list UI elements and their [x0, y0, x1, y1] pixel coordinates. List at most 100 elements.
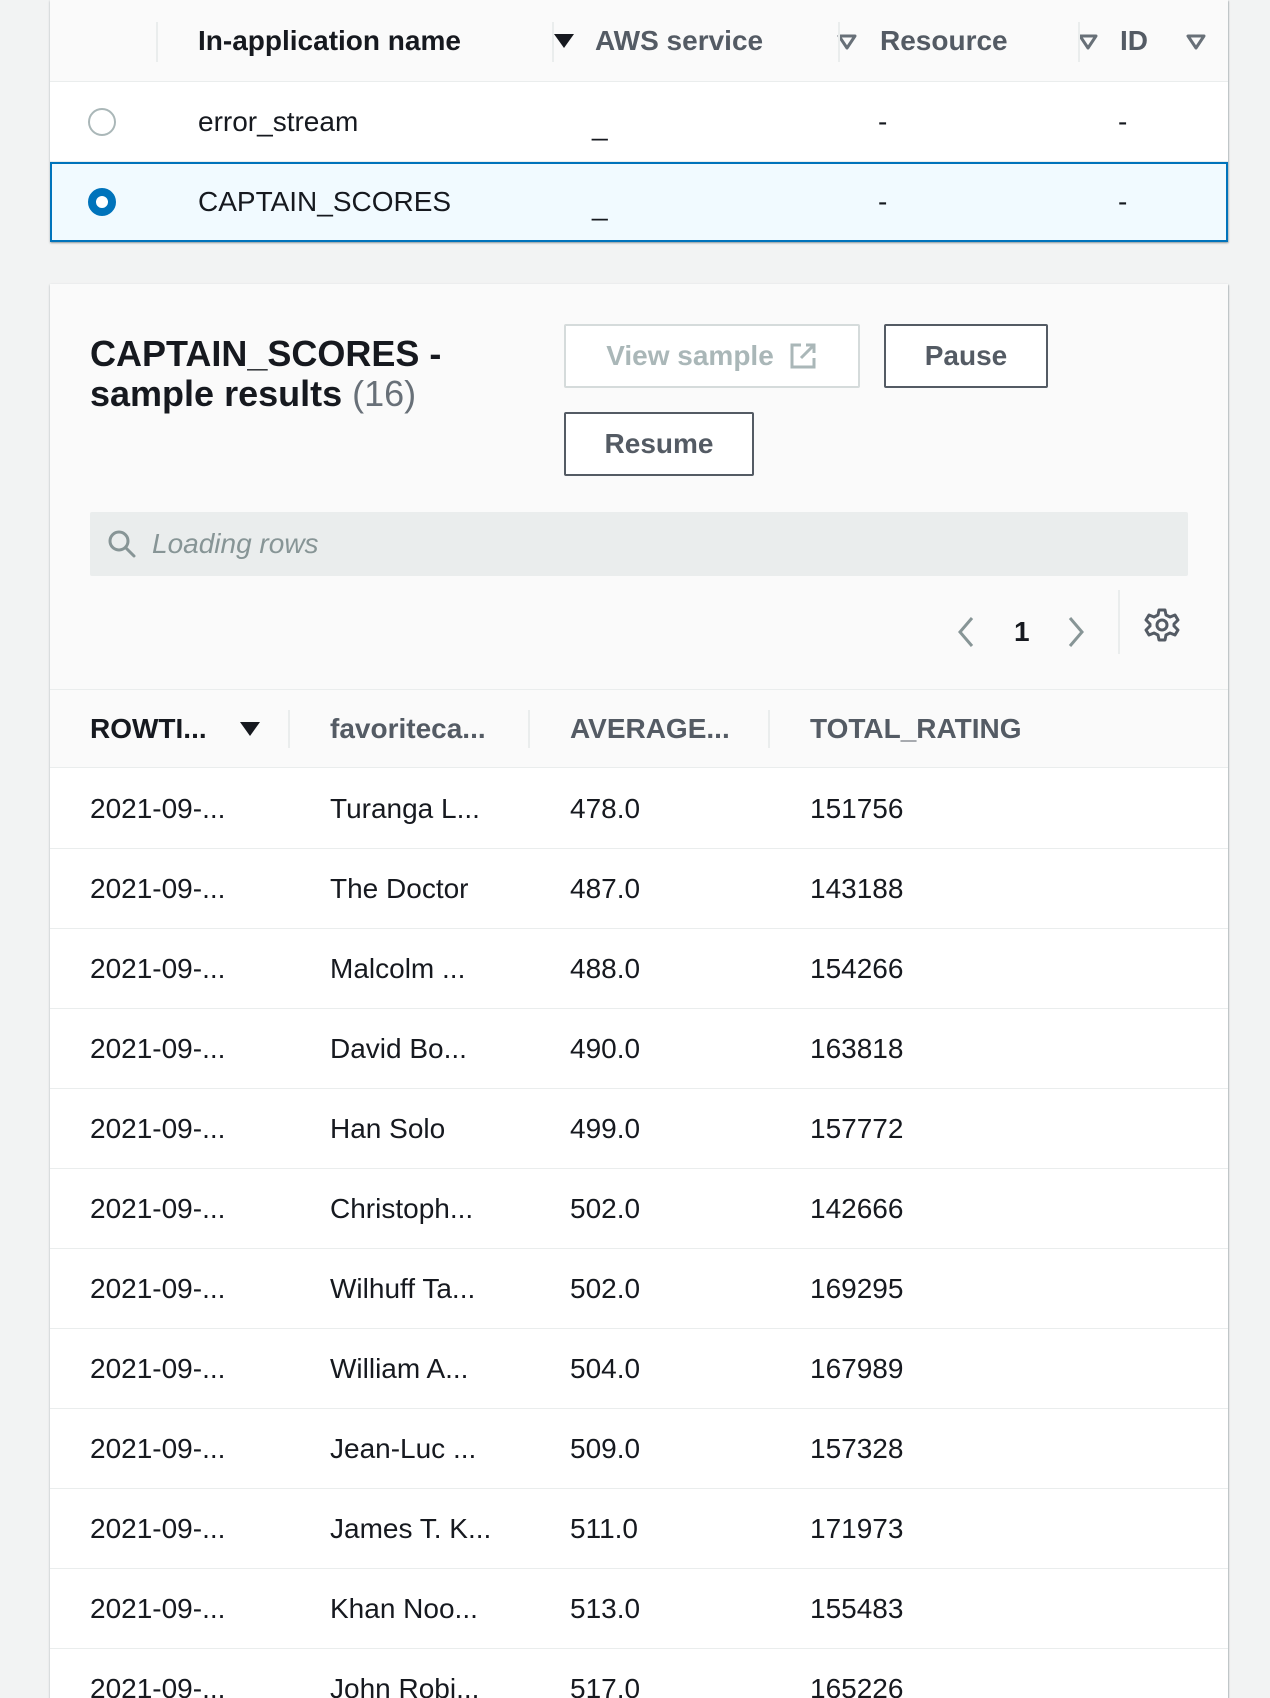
- sort-descending-icon: [240, 722, 260, 736]
- cell-favorite-captain: Wilhuff Ta...: [330, 1273, 476, 1304]
- cell-favorite-captain: Malcolm ...: [330, 953, 466, 984]
- stream-name: error_stream: [198, 106, 359, 137]
- cell-favorite-captain: Jean-Luc ...: [330, 1433, 477, 1464]
- table-row: 2021-09-... Malcolm ... 488.0 154266: [50, 929, 1228, 1009]
- column-header-label: AVERAGE...: [570, 713, 730, 744]
- cell-favorite-captain: Han Solo: [330, 1113, 446, 1144]
- cell-average: 488.0: [570, 953, 641, 984]
- view-sample-label: View sample: [606, 340, 774, 371]
- cell-average: 511.0: [570, 1513, 638, 1544]
- resume-label: Resume: [604, 428, 714, 459]
- cell-rowtime: 2021-09-...: [90, 1033, 226, 1064]
- sort-icon: [1078, 34, 1098, 50]
- cell-average: 478.0: [570, 793, 641, 824]
- stream-id: -: [1118, 186, 1128, 217]
- external-link-icon: [790, 343, 816, 369]
- sample-results-panel: CAPTAIN_SCORES - sample results (16) Vie…: [50, 284, 1228, 1698]
- column-header-label: AWS service: [595, 25, 764, 56]
- cell-rowtime: 2021-09-...: [90, 1433, 226, 1464]
- cell-total-rating: 157328: [810, 1433, 904, 1464]
- cell-average: 502.0: [570, 1193, 641, 1224]
- current-page-number[interactable]: 1: [1014, 616, 1030, 648]
- stream-resource: -: [878, 106, 888, 137]
- sort-icon: [1186, 34, 1206, 50]
- column-divider: [528, 710, 530, 748]
- column-header-in-application-name[interactable]: In-application name: [198, 0, 600, 82]
- stream-aws-service: _: [592, 190, 608, 221]
- table-row: 2021-09-... Turanga L... 478.0 151756: [50, 769, 1228, 849]
- pagination: 1: [954, 604, 1088, 660]
- cell-average: 517.0: [570, 1673, 641, 1698]
- table-row: 2021-09-... The Doctor 487.0 143188: [50, 849, 1228, 929]
- stream-resource: -: [878, 186, 888, 217]
- pause-label: Pause: [924, 340, 1008, 371]
- cell-total-rating: 163818: [810, 1033, 904, 1064]
- cell-rowtime: 2021-09-...: [90, 1353, 226, 1384]
- sort-descending-icon: [554, 34, 574, 48]
- table-row: 2021-09-... Han Solo 499.0 157772: [50, 1089, 1228, 1169]
- table-row[interactable]: error_stream _ - -: [50, 82, 1228, 162]
- cell-total-rating: 157772: [810, 1113, 904, 1144]
- cell-average: 490.0: [570, 1033, 641, 1064]
- table-row: 2021-09-... James T. K... 511.0 171973: [50, 1489, 1228, 1569]
- column-header-rowtime[interactable]: ROWTI...: [90, 690, 290, 768]
- cell-rowtime: 2021-09-...: [90, 1113, 226, 1144]
- pagination-divider: [1118, 590, 1120, 654]
- cell-rowtime: 2021-09-...: [90, 953, 226, 984]
- column-header-aws-service[interactable]: AWS service: [595, 0, 885, 82]
- column-divider: [156, 22, 158, 62]
- cell-average: 502.0: [570, 1273, 641, 1304]
- cell-average: 509.0: [570, 1433, 641, 1464]
- results-title: CAPTAIN_SCORES - sample results (16): [90, 334, 510, 414]
- results-header: CAPTAIN_SCORES - sample results (16) Vie…: [50, 284, 1228, 690]
- column-divider: [288, 710, 290, 748]
- view-sample-button[interactable]: View sample: [564, 324, 860, 388]
- sort-icon: [837, 34, 857, 50]
- cell-favorite-captain: Christoph...: [330, 1193, 474, 1224]
- cell-rowtime: 2021-09-...: [90, 1513, 226, 1544]
- column-divider: [838, 22, 840, 62]
- column-header-average[interactable]: AVERAGE...: [570, 690, 730, 768]
- cell-rowtime: 2021-09-...: [90, 1593, 226, 1624]
- cell-average: 499.0: [570, 1113, 641, 1144]
- stream-name: CAPTAIN_SCORES: [198, 186, 452, 217]
- table-row: 2021-09-... Khan Noo... 513.0 155483: [50, 1569, 1228, 1649]
- table-row: 2021-09-... Wilhuff Ta... 502.0 169295: [50, 1249, 1228, 1329]
- cell-total-rating: 165226: [810, 1673, 904, 1698]
- settings-gear-icon[interactable]: [1144, 607, 1180, 643]
- filter-rows-input[interactable]: Loading rows: [90, 512, 1188, 576]
- column-divider: [768, 710, 770, 748]
- cell-total-rating: 142666: [810, 1193, 904, 1224]
- pause-button[interactable]: Pause: [884, 324, 1048, 388]
- stream-id: -: [1118, 106, 1128, 137]
- table-row: 2021-09-... John Robi... 517.0 165226: [50, 1649, 1228, 1698]
- column-divider: [1078, 22, 1080, 62]
- cell-favorite-captain: The Doctor: [330, 873, 469, 904]
- cell-total-rating: 155483: [810, 1593, 904, 1624]
- cell-total-rating: 151756: [810, 793, 904, 824]
- chevron-right-icon[interactable]: [1064, 614, 1088, 650]
- stream-aws-service: _: [592, 110, 608, 141]
- cell-rowtime: 2021-09-...: [90, 1673, 226, 1698]
- column-header-favoritecaptain[interactable]: favoriteca...: [330, 690, 486, 768]
- row-radio-button[interactable]: [88, 108, 116, 136]
- cell-favorite-captain: William A...: [330, 1353, 469, 1384]
- column-divider: [552, 22, 554, 62]
- cell-favorite-captain: James T. K...: [330, 1513, 492, 1544]
- cell-total-rating: 171973: [810, 1513, 904, 1544]
- chevron-left-icon[interactable]: [954, 614, 978, 650]
- cell-total-rating: 154266: [810, 953, 904, 984]
- results-table-header: ROWTI... favoriteca... AVERAGE... TOTAL_…: [50, 690, 1228, 768]
- column-header-resource[interactable]: Resource: [880, 0, 1120, 82]
- column-header-total-rating[interactable]: TOTAL_RATING: [810, 690, 1022, 768]
- results-count: (16): [352, 373, 417, 414]
- table-row-selected[interactable]: CAPTAIN_SCORES _ - -: [50, 162, 1228, 242]
- table-row: 2021-09-... Christoph... 502.0 142666: [50, 1169, 1228, 1249]
- column-header-label: In-application name: [198, 25, 461, 56]
- column-header-label: ROWTI...: [90, 713, 207, 744]
- column-header-id[interactable]: ID: [1120, 0, 1220, 82]
- row-radio-button-selected[interactable]: [88, 188, 116, 216]
- column-header-label: ID: [1120, 25, 1148, 56]
- table-row: 2021-09-... David Bo... 490.0 163818: [50, 1009, 1228, 1089]
- resume-button[interactable]: Resume: [564, 412, 754, 476]
